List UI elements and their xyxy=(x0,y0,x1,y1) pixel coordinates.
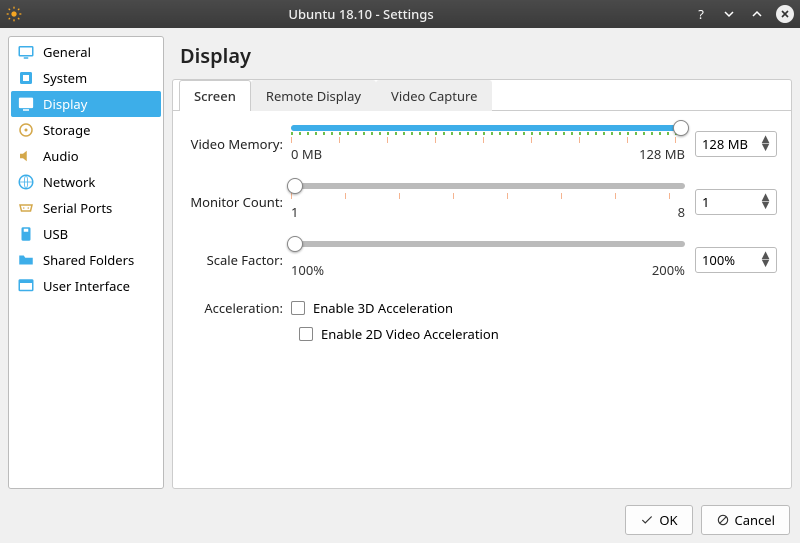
content-area: General System Display Storage Audio Net… xyxy=(0,28,800,497)
ui-icon xyxy=(17,277,35,295)
titlebar: Ubuntu 18.10 - Settings ? xyxy=(0,0,800,28)
tab-screen[interactable]: Screen xyxy=(179,80,251,111)
chevron-down-icon[interactable]: ▼ xyxy=(759,142,772,150)
video-memory-min: 0 MB xyxy=(291,145,322,163)
enable-2d-checkbox[interactable] xyxy=(299,327,313,341)
window-title: Ubuntu 18.10 - Settings xyxy=(288,5,433,23)
video-memory-spinbox[interactable]: 128 MB ▲▼ xyxy=(695,131,777,157)
sidebar-item-usb[interactable]: USB xyxy=(11,221,161,247)
storage-icon xyxy=(17,121,35,139)
monitor-count-min: 1 xyxy=(291,203,298,221)
sidebar-item-storage[interactable]: Storage xyxy=(11,117,161,143)
display-icon xyxy=(17,95,35,113)
cancel-label: Cancel xyxy=(735,511,775,529)
enable-3d-label: Enable 3D Acceleration xyxy=(313,299,453,317)
serial-port-icon xyxy=(17,199,35,217)
usb-icon xyxy=(17,225,35,243)
scale-factor-value: 100% xyxy=(702,251,735,269)
sidebar-item-label: Audio xyxy=(43,147,79,165)
network-icon xyxy=(17,173,35,191)
maximize-button[interactable] xyxy=(748,5,766,23)
tab-bar: Screen Remote Display Video Capture xyxy=(173,80,791,111)
enable-2d-label: Enable 2D Video Acceleration xyxy=(321,325,499,343)
sidebar-item-audio[interactable]: Audio xyxy=(11,143,161,169)
video-memory-slider[interactable] xyxy=(291,125,685,131)
cancel-button[interactable]: Cancel xyxy=(701,505,790,535)
settings-panel: Screen Remote Display Video Capture Vide… xyxy=(172,79,792,489)
scale-factor-spinbox[interactable]: 100% ▲▼ xyxy=(695,247,777,273)
video-memory-label: Video Memory: xyxy=(187,135,291,153)
app-gear-icon xyxy=(6,6,22,22)
monitor-count-max: 8 xyxy=(678,203,685,221)
sidebar-item-shared-folders[interactable]: Shared Folders xyxy=(11,247,161,273)
main-panel: Display Screen Remote Display Video Capt… xyxy=(172,36,792,489)
sidebar-item-system[interactable]: System xyxy=(11,65,161,91)
minimize-button[interactable] xyxy=(720,5,738,23)
sidebar-item-display[interactable]: Display xyxy=(11,91,161,117)
sidebar-item-label: Storage xyxy=(43,121,90,139)
system-icon xyxy=(17,69,35,87)
sidebar-item-general[interactable]: General xyxy=(11,39,161,65)
chevron-down-icon[interactable]: ▼ xyxy=(759,258,772,266)
sidebar-item-label: System xyxy=(43,69,87,87)
ok-label: OK xyxy=(659,511,677,529)
close-button[interactable] xyxy=(776,5,794,23)
dialog-footer: OK Cancel xyxy=(0,497,800,543)
video-memory-value: 128 MB xyxy=(702,135,748,153)
cancel-icon xyxy=(716,513,730,527)
sidebar-item-label: Shared Folders xyxy=(43,251,134,269)
monitor-count-value: 1 xyxy=(702,193,709,211)
sidebar-item-label: Display xyxy=(43,95,87,113)
sidebar-item-label: Network xyxy=(43,173,95,191)
sidebar-item-label: Serial Ports xyxy=(43,199,112,217)
scale-factor-slider[interactable] xyxy=(291,241,685,247)
sidebar-item-network[interactable]: Network xyxy=(11,169,161,195)
ok-button[interactable]: OK xyxy=(625,505,692,535)
sidebar-item-label: USB xyxy=(43,225,68,243)
sidebar-item-label: General xyxy=(43,43,91,61)
help-button[interactable]: ? xyxy=(692,5,710,23)
slider-thumb[interactable] xyxy=(287,236,303,252)
scale-factor-max: 200% xyxy=(652,261,685,279)
audio-icon xyxy=(17,147,35,165)
page-title: Display xyxy=(180,42,792,69)
scale-factor-label: Scale Factor: xyxy=(187,251,291,269)
enable-3d-checkbox[interactable] xyxy=(291,301,305,315)
check-icon xyxy=(640,513,654,527)
monitor-count-slider[interactable] xyxy=(291,183,685,189)
tab-video-capture[interactable]: Video Capture xyxy=(376,80,492,111)
scale-factor-min: 100% xyxy=(291,261,324,279)
sidebar-item-serial-ports[interactable]: Serial Ports xyxy=(11,195,161,221)
sidebar-item-label: User Interface xyxy=(43,277,130,295)
monitor-count-label: Monitor Count: xyxy=(187,193,291,211)
slider-thumb[interactable] xyxy=(673,120,689,136)
slider-thumb[interactable] xyxy=(287,178,303,194)
settings-sidebar: General System Display Storage Audio Net… xyxy=(8,36,164,489)
folder-icon xyxy=(17,251,35,269)
general-icon xyxy=(17,43,35,61)
tab-remote-display[interactable]: Remote Display xyxy=(251,80,376,111)
acceleration-label: Acceleration: xyxy=(187,299,291,317)
chevron-down-icon[interactable]: ▼ xyxy=(759,200,772,208)
monitor-count-spinbox[interactable]: 1 ▲▼ xyxy=(695,189,777,215)
video-memory-max: 128 MB xyxy=(639,145,685,163)
screen-form: Video Memory: 0 MB 128 MB xyxy=(173,111,791,367)
sidebar-item-user-interface[interactable]: User Interface xyxy=(11,273,161,299)
